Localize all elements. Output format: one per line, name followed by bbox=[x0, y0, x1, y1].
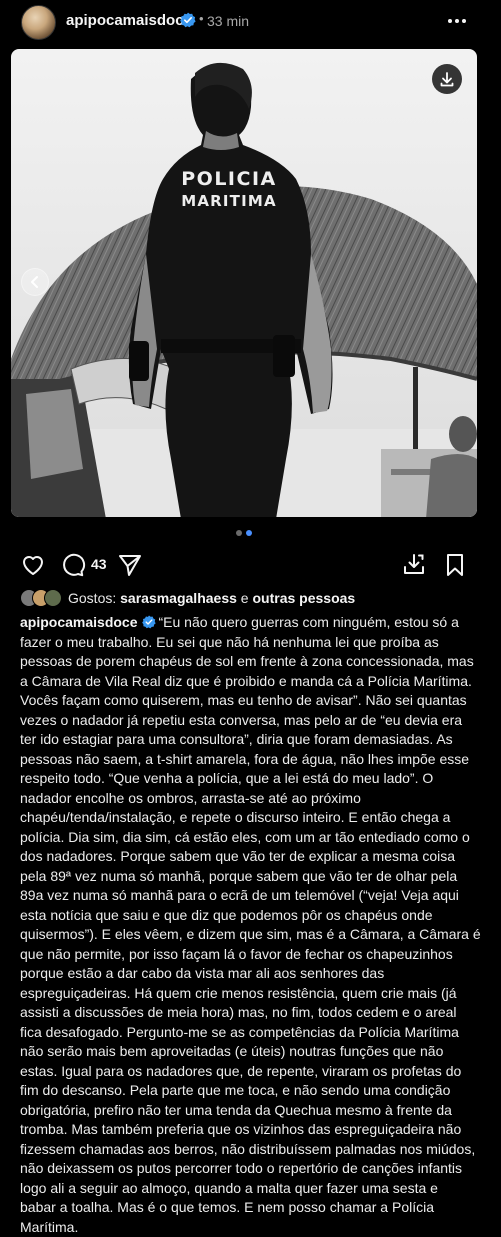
likes-summary[interactable]: Gostos: sarasmagalhaess e outras pessoas bbox=[68, 590, 355, 606]
caption-text-line: dos nadadores. Porque sabem que vão ter … bbox=[20, 847, 482, 867]
separator-dot: • bbox=[199, 11, 204, 26]
caption-text-line: que não permite, por isso façam lá o fav… bbox=[20, 945, 482, 965]
caption-text-line: fizessem chamadas aos berros, não distri… bbox=[20, 1140, 482, 1160]
caption-text-line: 89a vez numa só manhã para o ecrã de um … bbox=[20, 886, 482, 906]
caption-text-line: espreguiçadeiras. Há quem crie menos res… bbox=[20, 984, 482, 1004]
carousel-dot bbox=[236, 530, 242, 536]
carousel-dot-active bbox=[246, 530, 252, 536]
caption-text-line: pela 89ª vez numa só manhã, porque sabem… bbox=[20, 867, 482, 887]
caption-text-line: chapéu/tenda/instalação, e repete o disc… bbox=[20, 808, 482, 828]
post-image[interactable]: POLICIA MARITIMA bbox=[11, 49, 477, 517]
post-caption: apipocamaisdoce “Eu não quero guerras co… bbox=[20, 613, 482, 1237]
vest-text-maritima: MARITIMA bbox=[181, 192, 277, 210]
caption-text-line: logo ali a seguir ao almoço, quando a ma… bbox=[20, 1179, 482, 1199]
post-header: apipocamaisdoce • 33 min bbox=[0, 0, 501, 42]
caption-text-line: tromba. Mas também preferia que os vizin… bbox=[20, 1120, 482, 1140]
caption-text-line: “Eu não quero guerras com ninguém, estou… bbox=[159, 614, 459, 630]
caption-text-line: pessoas de porem chapéus de sol em frent… bbox=[20, 652, 482, 672]
likes-row: Gostos: sarasmagalhaess e outras pessoas bbox=[20, 588, 480, 608]
caption-text-line: nadador encolhe os ombros, arrasta-se at… bbox=[20, 789, 482, 809]
save-to-device-icon[interactable] bbox=[401, 552, 427, 578]
heart-icon[interactable] bbox=[20, 552, 46, 578]
caption-text-line: Vocês façam como quiserem, mas eu tenho … bbox=[20, 691, 482, 711]
caption-text-line: não serão mais bem aproveitadas (e úteis… bbox=[20, 1042, 482, 1062]
verified-badge-icon bbox=[180, 12, 196, 28]
bookmark-icon[interactable] bbox=[442, 552, 468, 578]
likes-prefix: Gostos: bbox=[68, 590, 116, 606]
caption-text-line: respeito todo. “Que venha a polícia, que… bbox=[20, 769, 482, 789]
post-time: 33 min bbox=[207, 13, 249, 29]
caption-text-line: a Câmara de Vila Real diz que é proibido… bbox=[20, 672, 482, 692]
police-officer-photo: POLICIA MARITIMA bbox=[11, 49, 477, 517]
liker-avatar bbox=[44, 589, 62, 607]
caption-text-line: ter ido estagiar para uma consultora”, d… bbox=[20, 730, 482, 750]
comments-count[interactable]: 43 bbox=[91, 556, 107, 572]
caption-text-line: pessoas não saem, a t-shirt amarela, for… bbox=[20, 750, 482, 770]
carousel-indicator bbox=[234, 530, 254, 536]
caption-text-line: estas. Igual para os nadadores que, de r… bbox=[20, 1062, 482, 1082]
caption-text-line: fim do descanso. Pela parte que me toca,… bbox=[20, 1081, 482, 1101]
caption-text-line: não deixassem os putos percorrer todo o … bbox=[20, 1159, 482, 1179]
caption-text-line: polícia. Dia sim, dia sim, cá estão eles… bbox=[20, 828, 482, 848]
caption-text-line: porque estão a dar cabo da vista mar ali… bbox=[20, 964, 482, 984]
post-username[interactable]: apipocamaisdoce bbox=[66, 12, 192, 29]
caption-username[interactable]: apipocamaisdoce bbox=[20, 614, 138, 630]
action-bar: 43 bbox=[0, 548, 501, 582]
caption-text-line: assisti a discussões de meia hora) mas, … bbox=[20, 1003, 482, 1023]
likes-others[interactable]: outras pessoas bbox=[252, 590, 355, 606]
more-icon[interactable] bbox=[446, 10, 468, 32]
caption-text-line: fazer o meu trabalho. Eu sei que não há … bbox=[20, 633, 482, 653]
download-button[interactable] bbox=[432, 64, 462, 94]
avatar[interactable] bbox=[21, 5, 56, 40]
caption-text-line: vezes o nadador já repetiu esta conversa… bbox=[20, 711, 482, 731]
carousel-prev-button[interactable] bbox=[21, 268, 49, 296]
comment-icon[interactable] bbox=[60, 552, 86, 578]
caption-text-line: babar a toalha. Mas é o que temos. E nem… bbox=[20, 1198, 482, 1218]
likes-connector: e bbox=[241, 590, 249, 606]
chevron-left-icon bbox=[22, 269, 48, 295]
caption-text-line: fica desafogado. Pergunto-me se as compe… bbox=[20, 1023, 482, 1043]
share-icon[interactable] bbox=[117, 552, 143, 578]
caption-text-line: esta notícia que saiu e que diz que pode… bbox=[20, 906, 482, 926]
caption-text-line: quisermos”). E eles vêem, e dizem que si… bbox=[20, 925, 482, 945]
caption-text-line: Marítima. bbox=[20, 1218, 482, 1237]
verified-badge-icon bbox=[142, 615, 156, 629]
download-icon bbox=[432, 64, 462, 94]
vest-text-policia: POLICIA bbox=[181, 168, 276, 190]
likes-user[interactable]: sarasmagalhaess bbox=[120, 590, 237, 606]
caption-text-line: obrigatória, prefiro não ter uma tenda d… bbox=[20, 1101, 482, 1121]
